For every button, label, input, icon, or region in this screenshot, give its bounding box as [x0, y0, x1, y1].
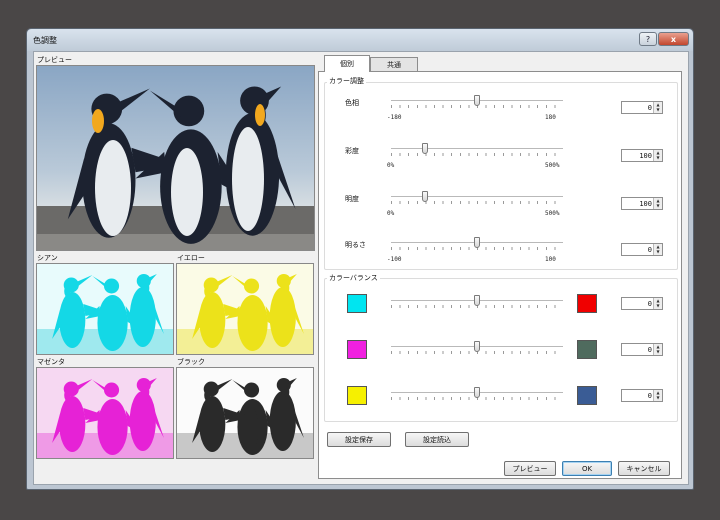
load-settings-button[interactable]: 設定読込: [405, 432, 469, 447]
ok-button[interactable]: OK: [562, 461, 612, 476]
slider-max-label: 180: [545, 114, 556, 121]
spin-value: 0: [647, 300, 652, 308]
preview-button[interactable]: プレビュー: [504, 461, 556, 476]
adjust-row-label: 色相: [345, 99, 359, 107]
spin-value: 0: [647, 392, 652, 400]
slider-min-label: 0%: [387, 210, 395, 217]
slider-thumb[interactable]: [474, 237, 480, 248]
adjust-slider[interactable]: [391, 190, 563, 208]
yellow-channel-image: [176, 263, 314, 355]
balance-right-swatch: [577, 294, 597, 313]
slider-thumb[interactable]: [422, 143, 429, 154]
spin-arrows-icon[interactable]: ▲ ▼: [653, 198, 662, 209]
slider-thumb[interactable]: [474, 341, 480, 352]
balance-value-spinbox[interactable]: 0 ▲ ▼: [621, 389, 663, 402]
yellow-channel-label: イエロー: [177, 254, 205, 262]
spin-arrows-icon[interactable]: ▲ ▼: [653, 344, 662, 355]
slider-min-label: 0%: [387, 162, 395, 169]
balance-left-swatch: [347, 294, 367, 313]
spin-value: 100: [639, 200, 652, 208]
slider-max-label: 500%: [545, 210, 560, 217]
spin-arrows-icon[interactable]: ▲ ▼: [653, 244, 662, 255]
help-button[interactable]: ?: [639, 32, 657, 46]
spin-value: 0: [647, 104, 652, 112]
balance-left-swatch: [347, 386, 367, 405]
save-settings-label: 設定保存: [345, 435, 373, 444]
title-bar[interactable]: 色調整 ? x: [27, 29, 693, 51]
dialog-title: 色調整: [33, 36, 57, 45]
help-icon: ?: [645, 34, 651, 44]
balance-value-spinbox[interactable]: 0 ▲ ▼: [621, 297, 663, 310]
balance-right-swatch: [577, 340, 597, 359]
color-adjust-group-title: カラー調整: [327, 76, 366, 86]
load-settings-label: 設定読込: [423, 435, 451, 444]
slider-thumb[interactable]: [474, 295, 480, 306]
magenta-channel-label: マゼンタ: [37, 358, 65, 366]
black-channel-label: ブラック: [177, 358, 205, 366]
balance-slider[interactable]: [391, 294, 563, 312]
spin-value: 100: [639, 152, 652, 160]
adjust-row-label: 彩度: [345, 147, 359, 155]
balance-value-spinbox[interactable]: 0 ▲ ▼: [621, 343, 663, 356]
color-adjust-dialog: 色調整 ? x プレビュー シアン イエロー マゼンタ ブラック 個別 共通 カ…: [26, 28, 694, 490]
preview-label: プレビュー: [37, 56, 72, 64]
tab-individual-label: 個別: [340, 60, 354, 68]
adjust-value-spinbox[interactable]: 0 ▲ ▼: [621, 101, 663, 114]
dialog-client-area: プレビュー シアン イエロー マゼンタ ブラック 個別 共通 カラー調整 色相 …: [33, 51, 689, 485]
adjust-value-spinbox[interactable]: 100 ▲ ▼: [621, 197, 663, 210]
black-channel-image: [176, 367, 314, 459]
adjust-row-label: 明るさ: [345, 241, 366, 249]
adjust-row-label: 明度: [345, 195, 359, 203]
adjust-value-spinbox[interactable]: 0 ▲ ▼: [621, 243, 663, 256]
cyan-channel-label: シアン: [37, 254, 58, 262]
balance-right-swatch: [577, 386, 597, 405]
spin-arrows-icon[interactable]: ▲ ▼: [653, 150, 662, 161]
balance-slider[interactable]: [391, 386, 563, 404]
slider-max-label: 500%: [545, 162, 560, 169]
close-icon: x: [670, 34, 677, 44]
individual-tab-panel: カラー調整 色相 -180 180 0 ▲ ▼ 彩度 0% 500% 100 ▲…: [318, 71, 682, 479]
save-settings-button[interactable]: 設定保存: [327, 432, 391, 447]
spin-value: 0: [647, 346, 652, 354]
adjust-slider[interactable]: [391, 94, 563, 112]
tab-common-label: 共通: [387, 60, 401, 69]
ok-button-label: OK: [581, 464, 593, 473]
slider-ticks: [391, 201, 563, 204]
magenta-channel-image: [36, 367, 174, 459]
spin-value: 0: [647, 246, 652, 254]
preview-button-label: プレビュー: [512, 464, 548, 473]
color-balance-group-title: カラーバランス: [327, 273, 380, 283]
preview-image: [36, 65, 315, 251]
slider-ticks: [391, 153, 563, 156]
tab-common[interactable]: 共通: [370, 57, 418, 71]
adjust-value-spinbox[interactable]: 100 ▲ ▼: [621, 149, 663, 162]
slider-thumb[interactable]: [474, 387, 480, 398]
slider-min-label: -100: [387, 256, 402, 263]
slider-track: [391, 148, 563, 150]
cancel-button[interactable]: キャンセル: [618, 461, 670, 476]
balance-left-swatch: [347, 340, 367, 359]
cancel-button-label: キャンセル: [626, 464, 662, 473]
balance-slider[interactable]: [391, 340, 563, 358]
adjust-slider[interactable]: [391, 236, 563, 254]
close-button[interactable]: x: [658, 32, 689, 46]
spin-arrows-icon[interactable]: ▲ ▼: [653, 298, 662, 309]
spin-arrows-icon[interactable]: ▲ ▼: [653, 390, 662, 401]
tab-individual[interactable]: 個別: [324, 55, 370, 72]
slider-track: [391, 196, 563, 198]
slider-max-label: 100: [545, 256, 556, 263]
slider-thumb[interactable]: [422, 191, 429, 202]
spin-arrows-icon[interactable]: ▲ ▼: [653, 102, 662, 113]
slider-thumb[interactable]: [474, 95, 480, 106]
cyan-channel-image: [36, 263, 174, 355]
slider-min-label: -180: [387, 114, 402, 121]
adjust-slider[interactable]: [391, 142, 563, 160]
